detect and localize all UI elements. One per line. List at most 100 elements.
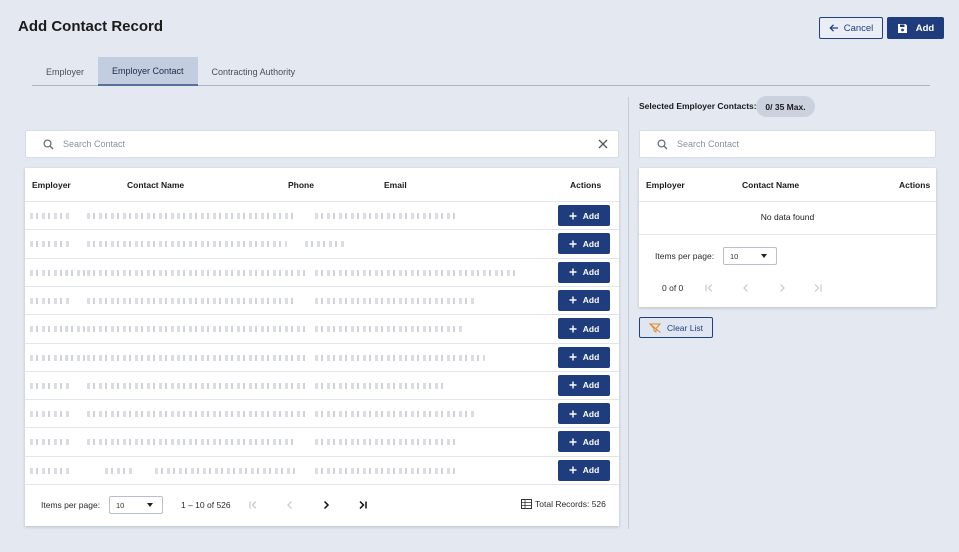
- plus-icon: [569, 296, 577, 304]
- redacted-cell: [315, 269, 515, 276]
- table-row: Add: [25, 427, 619, 455]
- sel-page-size-select[interactable]: 10: [723, 247, 777, 265]
- row-add-button[interactable]: Add: [558, 233, 610, 255]
- selected-contacts-table: Employer Contact Name Actions No data fo…: [639, 168, 936, 307]
- arrow-left-icon: [829, 23, 839, 33]
- table-row: Add: [25, 229, 619, 257]
- sel-page-size-value: 10: [730, 251, 739, 261]
- last-page-icon[interactable]: [356, 498, 370, 512]
- row-add-button[interactable]: Add: [558, 205, 610, 226]
- prev-page-icon[interactable]: [739, 281, 753, 295]
- redacted-cell: [315, 213, 455, 219]
- total-records-text: Total Records: 526: [535, 499, 606, 509]
- redacted-cell: [177, 411, 307, 418]
- panel-divider: [628, 97, 629, 529]
- last-page-icon[interactable]: [811, 281, 825, 295]
- empty-state-text: No data found: [760, 212, 815, 222]
- redacted-cell: [87, 354, 177, 361]
- close-icon[interactable]: [598, 139, 608, 149]
- redacted-cell: [87, 326, 177, 333]
- selected-contacts-label: Selected Employer Contacts:: [639, 101, 757, 111]
- table-row: Add: [25, 370, 619, 399]
- next-page-icon[interactable]: [775, 281, 789, 295]
- redacted-cell: [87, 213, 177, 219]
- pagination-range: 1 – 10 of 526: [181, 500, 231, 510]
- redacted-cell: [87, 269, 177, 276]
- row-add-button[interactable]: Add: [558, 261, 610, 283]
- row-add-button[interactable]: Add: [558, 374, 610, 396]
- redacted-cell: [315, 411, 475, 418]
- row-add-label: Add: [582, 323, 600, 334]
- redacted-cell: [177, 297, 297, 304]
- page-size-select[interactable]: 10: [109, 496, 163, 514]
- row-add-label: Add: [582, 436, 600, 447]
- redacted-cell: [177, 382, 307, 389]
- items-per-page-label: Items per page:: [41, 500, 101, 510]
- plus-icon: [569, 438, 577, 446]
- prev-page-icon[interactable]: [283, 498, 297, 512]
- sel-pagination-range: 0 of 0: [662, 283, 684, 293]
- search-icon: [43, 138, 54, 150]
- selected-search-bar[interactable]: Search Contact: [639, 130, 936, 158]
- row-add-label: Add: [582, 295, 600, 306]
- row-add-button[interactable]: Add: [558, 346, 610, 368]
- table-row: Add: [25, 285, 619, 314]
- redacted-cell: [177, 354, 307, 361]
- sel-col-header-contact-name: Contact Name: [742, 180, 800, 190]
- plus-icon: [569, 212, 577, 220]
- tab-bar: Employer Employer Contact Contracting Au…: [32, 57, 930, 86]
- clear-filter-icon: [649, 322, 662, 333]
- row-add-button[interactable]: Add: [558, 431, 610, 453]
- first-page-icon[interactable]: [246, 498, 260, 512]
- tab-contracting-authority[interactable]: Contracting Authority: [198, 57, 310, 86]
- redacted-cell: [30, 382, 70, 389]
- search-input[interactable]: Search Contact: [63, 139, 125, 149]
- redacted-cell: [177, 326, 307, 333]
- redacted-cell: [315, 326, 465, 333]
- sel-col-header-actions: Actions: [899, 180, 931, 190]
- next-page-icon[interactable]: [319, 498, 333, 512]
- selected-count-badge: 0/ 35 Max.: [756, 96, 815, 117]
- page-title: Add Contact Record: [18, 18, 164, 35]
- save-icon: [897, 23, 908, 34]
- add-record-button[interactable]: Add: [887, 17, 944, 39]
- tab-employer[interactable]: Employer: [32, 57, 98, 86]
- sel-items-per-page-label: Items per page:: [655, 251, 715, 261]
- row-add-button[interactable]: Add: [558, 459, 610, 481]
- table-row: Add: [25, 257, 619, 286]
- redacted-cell: [87, 241, 177, 248]
- tab-employer-contact[interactable]: Employer Contact: [98, 57, 198, 86]
- redacted-cell: [315, 297, 475, 304]
- col-header-email: Email: [384, 180, 407, 190]
- first-page-icon[interactable]: [702, 281, 716, 295]
- redacted-cell: [177, 439, 297, 446]
- add-label: Add: [915, 22, 935, 34]
- chevron-down-icon: [761, 254, 767, 258]
- contact-search-bar[interactable]: Search Contact: [25, 130, 619, 158]
- redacted-cell: [30, 213, 70, 219]
- row-add-button[interactable]: Add: [558, 318, 610, 340]
- plus-icon: [569, 353, 577, 361]
- redacted-cell: [30, 411, 70, 418]
- redacted-cell: [177, 269, 307, 276]
- redacted-cell: [30, 467, 70, 474]
- plus-icon: [569, 268, 577, 276]
- redacted-cell: [87, 439, 177, 446]
- row-add-label: Add: [582, 465, 600, 476]
- cancel-button[interactable]: Cancel: [819, 17, 883, 39]
- redacted-cell: [105, 467, 135, 474]
- row-add-button[interactable]: Add: [558, 403, 610, 425]
- plus-icon: [569, 381, 577, 389]
- row-add-label: Add: [582, 408, 600, 419]
- redacted-cell: [177, 213, 297, 219]
- row-add-label: Add: [582, 210, 600, 221]
- redacted-cell: [87, 382, 177, 389]
- table-row: Add: [25, 314, 619, 342]
- clear-list-button[interactable]: Clear List: [639, 317, 713, 338]
- row-add-button[interactable]: Add: [558, 289, 610, 311]
- selected-search-input[interactable]: Search Contact: [677, 139, 739, 149]
- cancel-label: Cancel: [843, 22, 874, 34]
- clear-list-label: Clear List: [667, 322, 703, 333]
- row-add-label: Add: [582, 352, 600, 362]
- plus-icon: [569, 325, 577, 333]
